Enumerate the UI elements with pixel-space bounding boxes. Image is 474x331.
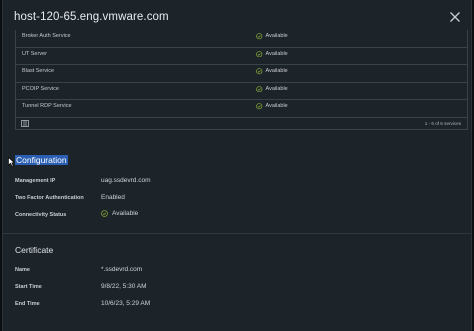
service-name: UT Server bbox=[22, 50, 47, 57]
certificate-name-value: *.ssdevrd.com bbox=[101, 266, 143, 273]
table-row: Tunnel RDP Service Available bbox=[16, 100, 467, 118]
pagination-summary: 1 - 6 of 6 services bbox=[424, 120, 461, 126]
table-row: UT Server Available bbox=[16, 48, 467, 65]
service-status: Available bbox=[256, 33, 288, 40]
host-details-modal: host-120-65.eng.vmware.com Broker Auth S… bbox=[2, 0, 472, 331]
check-circle-icon bbox=[256, 85, 263, 92]
table-row: Blast Service Available bbox=[16, 65, 467, 83]
service-status-label: Available bbox=[265, 85, 288, 92]
check-circle-icon bbox=[101, 210, 108, 217]
service-name: PCOIP Service bbox=[22, 85, 59, 92]
service-status-label: Available bbox=[265, 103, 288, 110]
check-circle-icon bbox=[256, 33, 263, 40]
field-label: End Time bbox=[15, 301, 40, 307]
field-label: Management IP bbox=[15, 178, 56, 184]
field-label: Start Time bbox=[15, 284, 42, 290]
connectivity-status-value: Available bbox=[112, 210, 139, 217]
service-status-label: Available bbox=[265, 68, 288, 75]
field-value: 9/8/22, 5:30 AM bbox=[101, 283, 147, 290]
close-icon[interactable] bbox=[449, 11, 461, 23]
service-status-label: Available bbox=[265, 50, 288, 57]
field-value: 10/6/23, 5:29 AM bbox=[101, 300, 150, 307]
modal-body[interactable]: Broker Auth Service Available UT Server … bbox=[3, 30, 471, 331]
services-table: Broker Auth Service Available UT Server … bbox=[15, 30, 468, 130]
service-name: Broker Auth Service bbox=[22, 33, 71, 39]
service-status-label: Available bbox=[265, 33, 288, 40]
table-row: Broker Auth Service Available bbox=[16, 30, 467, 48]
section-divider bbox=[3, 233, 471, 234]
two-factor-value: Enabled bbox=[101, 194, 125, 201]
field-value: Available bbox=[101, 210, 138, 217]
mouse-cursor-icon bbox=[8, 157, 15, 167]
service-status: Available bbox=[256, 68, 288, 75]
check-circle-icon bbox=[256, 50, 263, 57]
field-label: Two Factor Authentication bbox=[15, 195, 84, 201]
field-label: Name bbox=[15, 267, 30, 273]
end-time-value: 10/6/23, 5:29 AM bbox=[101, 300, 151, 307]
field-value: *.ssdevrd.com bbox=[101, 266, 142, 273]
field-label: Connectivity Status bbox=[15, 212, 67, 218]
check-circle-icon bbox=[256, 68, 263, 75]
service-status: Available bbox=[256, 85, 288, 93]
modal-title: host-120-65.eng.vmware.com bbox=[14, 11, 169, 23]
service-name: Tunnel RDP Service bbox=[22, 103, 72, 109]
column-toggle-icon[interactable] bbox=[21, 119, 29, 127]
field-value: Enabled bbox=[101, 194, 125, 201]
certificate-heading: Certificate bbox=[15, 245, 54, 255]
table-footer: 1 - 6 of 6 services bbox=[16, 118, 467, 130]
table-row: PCOIP Service Available bbox=[16, 83, 467, 100]
field-value: uag.ssdevrd.com bbox=[101, 177, 151, 184]
service-status: Available bbox=[256, 103, 288, 110]
service-status: Available bbox=[256, 50, 288, 58]
start-time-value: 9/8/22, 5:30 AM bbox=[101, 283, 147, 290]
check-circle-icon bbox=[256, 103, 263, 110]
configuration-heading: Configuration bbox=[15, 155, 68, 165]
service-name: Blast Service bbox=[22, 68, 55, 74]
management-ip-value: uag.ssdevrd.com bbox=[101, 177, 151, 184]
